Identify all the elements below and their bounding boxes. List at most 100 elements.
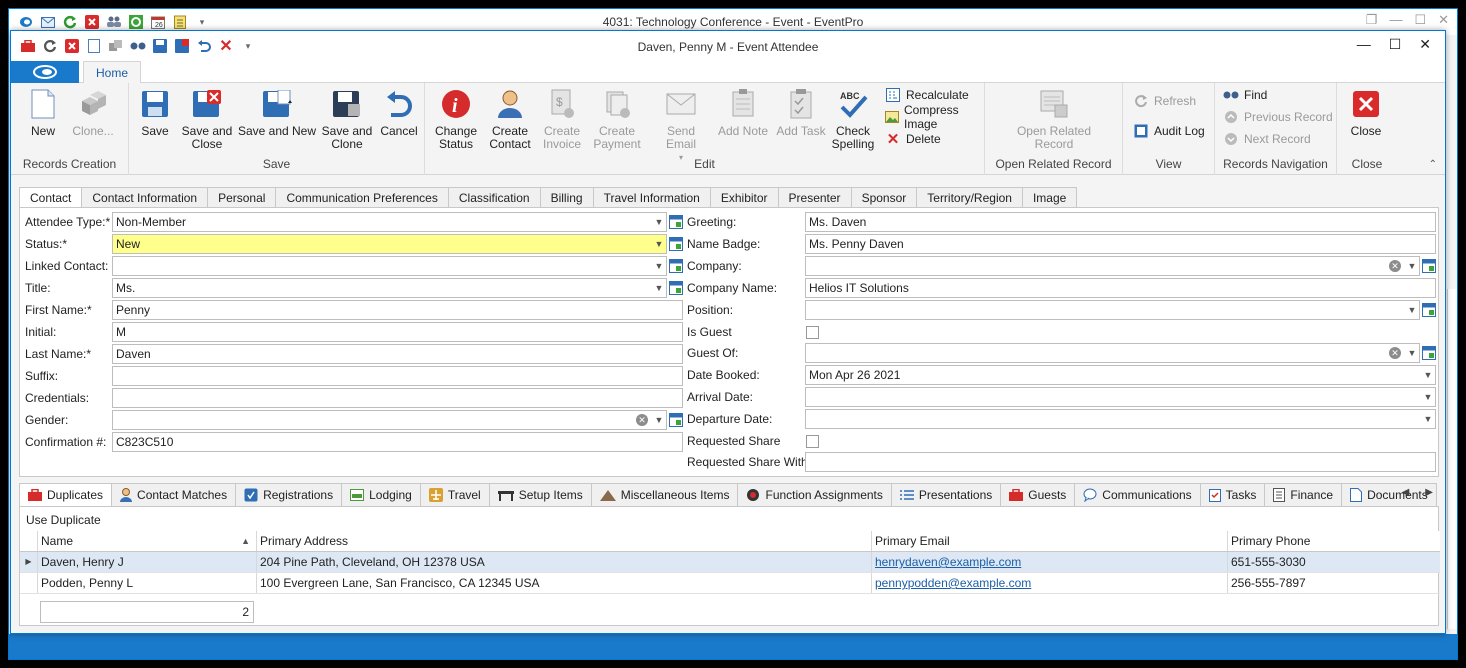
tab-lodging[interactable]: Lodging (342, 483, 421, 507)
tab-guests[interactable]: Guests (1001, 483, 1076, 507)
chevron-down-icon[interactable]: ▼ (1405, 301, 1419, 319)
confirmation-field[interactable]: C823C510 (112, 432, 683, 452)
open-related-record-button[interactable]: Open Related Record (1009, 87, 1099, 151)
previous-record-button[interactable]: Previous Record (1223, 107, 1333, 127)
email-link[interactable]: henrydaven@example.com (872, 552, 1228, 572)
tab-contact[interactable]: Contact (19, 187, 83, 209)
create-payment-button[interactable]: Create Payment (589, 87, 645, 151)
lookup-icon[interactable] (669, 258, 683, 274)
tab-tasks[interactable]: Tasks (1200, 483, 1266, 507)
maximize-icon[interactable]: ☐ (1414, 12, 1426, 28)
tab-home[interactable]: Home (83, 61, 142, 84)
tab-travel[interactable]: Travel (420, 483, 490, 507)
compress-image-button[interactable]: Compress Image (885, 103, 984, 131)
minimize-icon[interactable]: — (1357, 36, 1371, 53)
lookup-icon[interactable] (669, 236, 683, 252)
table-row[interactable]: Podden, Penny L 100 Evergreen Lane, San … (20, 573, 1440, 594)
tab-classification[interactable]: Classification (448, 187, 541, 208)
next-record-button[interactable]: Next Record (1223, 129, 1311, 149)
close-button[interactable]: Close (1343, 87, 1389, 138)
chevron-down-icon[interactable]: ▼ (1405, 257, 1419, 275)
lookup-icon[interactable] (1422, 258, 1436, 274)
attendee-type-select[interactable]: Non-Member ▼ (112, 212, 667, 232)
lookup-icon[interactable] (669, 214, 683, 230)
clear-icon[interactable]: ✕ (1389, 260, 1401, 272)
refresh-button[interactable]: Refresh (1133, 91, 1196, 111)
add-task-button[interactable]: Add Task (775, 87, 827, 138)
chevron-down-icon[interactable]: ▼ (1405, 344, 1419, 362)
find-button[interactable]: Find (1223, 85, 1267, 105)
tab-presentations[interactable]: Presentations (891, 483, 1002, 507)
tab-miscellaneous-items[interactable]: Miscellaneous Items (591, 483, 739, 507)
maximize-icon[interactable]: ☐ (1389, 36, 1402, 53)
chevron-down-icon[interactable]: ▼ (1421, 388, 1435, 406)
tab-communications[interactable]: Communications (1075, 483, 1201, 507)
column-header-address[interactable]: Primary Address (257, 531, 872, 551)
company-name-field[interactable]: Helios IT Solutions (805, 278, 1436, 298)
requested-share-with-field[interactable] (805, 452, 1436, 472)
position-select[interactable]: ▼ (805, 300, 1420, 320)
company-select[interactable]: ✕ ▼ (805, 256, 1420, 276)
credentials-field[interactable] (112, 388, 683, 408)
delete-button[interactable]: ✕ Delete (885, 129, 941, 149)
lookup-icon[interactable] (1422, 302, 1436, 318)
suffix-field[interactable] (112, 366, 683, 386)
save-and-new-button[interactable]: Save and New (237, 87, 317, 138)
chevron-down-icon[interactable]: ▼ (652, 411, 666, 429)
table-row[interactable]: ▶ Daven, Henry J 204 Pine Path, Clevelan… (20, 552, 1440, 573)
chevron-down-icon[interactable]: ▼ (652, 235, 666, 253)
column-header-phone[interactable]: Primary Phone (1228, 531, 1440, 551)
tab-contact-information[interactable]: Contact Information (82, 187, 209, 208)
new-button[interactable]: New (17, 87, 69, 138)
lookup-icon[interactable] (1422, 345, 1436, 361)
linked-contact-select[interactable]: ▼ (112, 256, 667, 276)
lookup-icon[interactable] (669, 412, 683, 428)
tab-registrations[interactable]: Registrations (236, 483, 343, 507)
status-select[interactable]: New ▼ (112, 234, 667, 254)
save-and-close-button[interactable]: Save and Close (179, 87, 235, 151)
create-contact-button[interactable]: Create Contact (485, 87, 535, 151)
chevron-down-icon[interactable]: ▼ (652, 213, 666, 231)
requested-share-checkbox[interactable] (806, 435, 819, 448)
chevron-down-icon[interactable]: ▼ (652, 257, 666, 275)
recalculate-button[interactable]: Recalculate (885, 85, 969, 105)
initial-field[interactable]: M (112, 322, 683, 342)
audit-log-button[interactable]: Audit Log (1133, 121, 1205, 141)
guest-of-select[interactable]: ✕ ▼ (805, 343, 1420, 363)
departure-date-picker[interactable]: ▼ (805, 409, 1436, 429)
tab-communication-preferences[interactable]: Communication Preferences (276, 187, 449, 208)
save-and-clone-button[interactable]: Save and Clone (319, 87, 375, 151)
tab-finance[interactable]: Finance (1265, 483, 1343, 507)
column-header-email[interactable]: Primary Email (872, 531, 1228, 551)
is-guest-checkbox[interactable] (806, 326, 819, 339)
clear-icon[interactable]: ✕ (1389, 347, 1401, 359)
restore-icon[interactable]: ❐ (1366, 12, 1378, 28)
chevron-left-icon[interactable]: ◀ (1402, 487, 1410, 498)
minimize-icon[interactable]: — (1389, 12, 1402, 28)
create-invoice-button[interactable]: $ Create Invoice (537, 87, 587, 151)
date-booked-picker[interactable]: Mon Apr 26 2021 ▼ (805, 365, 1436, 385)
change-status-button[interactable]: i Change Status (431, 87, 481, 151)
application-menu-button[interactable] (11, 61, 79, 83)
send-email-button[interactable]: Send Email ▾ (651, 87, 711, 164)
chevron-down-icon[interactable]: ▼ (652, 279, 666, 297)
name-badge-field[interactable]: Ms. Penny Daven (805, 234, 1436, 254)
use-duplicate-button[interactable]: Use Duplicate (26, 513, 101, 527)
clear-icon[interactable]: ✕ (636, 414, 648, 426)
column-header-name[interactable]: Name ▲ (38, 531, 257, 551)
tab-sponsor[interactable]: Sponsor (851, 187, 918, 208)
chevron-right-icon[interactable]: ▶ (1425, 487, 1433, 498)
chevron-down-icon[interactable]: ▼ (1421, 366, 1435, 384)
title-select[interactable]: Ms. ▼ (112, 278, 667, 298)
close-icon[interactable]: ✕ (1419, 36, 1431, 53)
tab-setup-items[interactable]: Setup Items (489, 483, 592, 507)
tab-duplicates[interactable]: Duplicates (19, 483, 113, 507)
tab-personal[interactable]: Personal (208, 187, 277, 208)
tab-presenter[interactable]: Presenter (778, 187, 852, 208)
tab-contact-matches[interactable]: Contact Matches (112, 483, 237, 507)
greeting-field[interactable]: Ms. Daven (805, 212, 1436, 232)
tab-territory-region[interactable]: Territory/Region (917, 187, 1023, 208)
tab-travel-information[interactable]: Travel Information (593, 187, 711, 208)
add-note-button[interactable]: Add Note (715, 87, 771, 138)
check-spelling-button[interactable]: ABC Check Spelling (829, 87, 877, 151)
